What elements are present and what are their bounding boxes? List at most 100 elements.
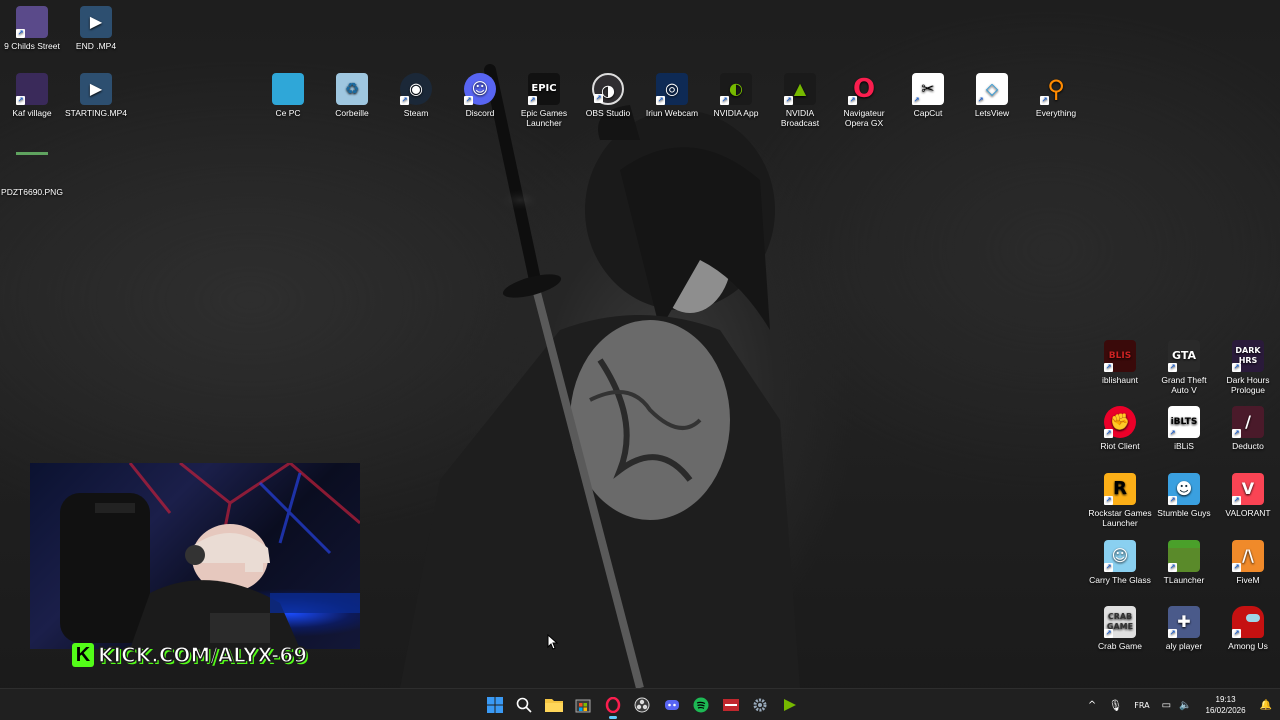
microphone-icon[interactable]: 🎙 xyxy=(1102,699,1128,712)
nvidia-icon: ◐ ↗ xyxy=(720,73,752,105)
desktop-icon-label: Discord xyxy=(465,108,495,118)
video-file-icon: ▶ xyxy=(80,6,112,38)
microsoft-store-button[interactable] xyxy=(569,689,599,720)
desktop-icon-9-childs-street[interactable]: ↗ 9 Childs Street xyxy=(0,6,64,51)
desktop-icon-label: Navigateur Opera GX xyxy=(843,108,885,128)
desktop-icon-label: PDZT6690.PNG xyxy=(1,187,63,197)
game-icon: BLIS ↗ xyxy=(1104,340,1136,372)
desktop-icon-capcut[interactable]: ✂ ↗ CapCut xyxy=(896,73,960,118)
desktop-icon-opera-gx[interactable]: O ↗ Navigateur Opera GX xyxy=(832,73,896,128)
desktop-icon-aly-player[interactable]: ✚ ↗ aly player xyxy=(1152,606,1216,651)
desktop-icon-dark-hours[interactable]: DARK HRS ↗ Dark Hours Prologue xyxy=(1216,340,1280,395)
opera-gx-icon xyxy=(605,697,620,713)
desktop-icon-starting-mp4[interactable]: ▶ STARTING.MP4 xyxy=(64,73,128,118)
desktop-icon-steam[interactable]: ◉ ↗ Steam xyxy=(384,73,448,118)
desktop-icon-fivem[interactable]: /\ ↗ FiveM xyxy=(1216,540,1280,585)
network-icon[interactable]: ▭ xyxy=(1156,700,1173,711)
notification-bell-icon[interactable]: 🔔 xyxy=(1254,700,1280,711)
desktop-icon-label: Steam xyxy=(403,108,429,118)
desktop-icon-nvidia-broadcast[interactable]: ▲ ↗ NVIDIA Broadcast xyxy=(768,73,832,128)
desktop-icon-kaf-village[interactable]: ↗ Kaf village xyxy=(0,73,64,118)
desktop-icon-nvidia-app[interactable]: ◐ ↗ NVIDIA App xyxy=(704,73,768,118)
system-tray: ^ 🎙 FRA ▭ 🔈 19:13 16/02/2026 🔔 xyxy=(1082,689,1280,720)
desktop-icon-label: NVIDIA Broadcast xyxy=(780,108,820,128)
game-icon: / ↗ xyxy=(1232,406,1264,438)
desktop-icon-discord[interactable]: ☺ ↗ Discord xyxy=(448,73,512,118)
desktop-icon-valorant[interactable]: V ↗ VALORANT xyxy=(1216,473,1280,518)
desktop-icon-crab-game[interactable]: CRAB GAME ↗ Crab Game xyxy=(1088,606,1152,651)
desktop-icon-pdzt6690-png[interactable]: PDZT6690.PNG xyxy=(0,140,64,197)
desktop-icon-gta-v[interactable]: GTA ↗ Grand Theft Auto V xyxy=(1152,340,1216,395)
desktop-icon-tlauncher[interactable]: ↗ TLauncher xyxy=(1152,540,1216,585)
desktop-icon-riot-client[interactable]: ✊ ↗ Riot Client xyxy=(1088,406,1152,451)
desktop-icon-rockstar[interactable]: R ↗ Rockstar Games Launcher xyxy=(1088,473,1152,528)
desktop-icon-carry-the-glass[interactable]: ☺ ↗ Carry The Glass xyxy=(1088,540,1152,585)
video-file-icon: ▶ xyxy=(80,73,112,105)
desktop-icon-everything[interactable]: ⚲ ↗ Everything xyxy=(1024,73,1088,118)
clock[interactable]: 19:13 16/02/2026 xyxy=(1198,694,1254,716)
nvidia-broadcast-icon xyxy=(783,699,796,711)
gamepad-icon: ✚ ↗ xyxy=(1168,606,1200,638)
desktop-icon-label: iblishaunt xyxy=(1102,375,1138,385)
spotify-taskbar-button[interactable] xyxy=(687,689,717,720)
file-explorer-button[interactable] xyxy=(539,689,569,720)
desktop-icon-label: FiveM xyxy=(1236,575,1260,585)
desktop-icon-label: iBLiS xyxy=(1174,441,1194,451)
obs-taskbar-button[interactable] xyxy=(628,689,658,720)
desktop-icon-iriun-webcam[interactable]: ◎ ↗ Iriun Webcam xyxy=(640,73,704,118)
spotify-icon xyxy=(693,697,709,713)
mouse-cursor-icon xyxy=(547,634,559,650)
discord-taskbar-button[interactable] xyxy=(657,689,687,720)
desktop-icon-iblis[interactable]: iBLTS ↗ iBLiS xyxy=(1152,406,1216,451)
image-file-icon xyxy=(16,152,48,184)
search-icon xyxy=(516,697,532,713)
steam-icon: ◉ ↗ xyxy=(400,73,432,105)
obs-icon: ◑ ↗ xyxy=(592,73,624,105)
game-icon: ↗ xyxy=(16,73,48,105)
desktop-icon-label: LetsView xyxy=(974,108,1010,118)
clock-date: 16/02/2026 xyxy=(1205,706,1246,715)
desktop-icon-label: Everything xyxy=(1035,108,1077,118)
desktop-icon-among-us[interactable]: ↗ Among Us xyxy=(1216,606,1280,651)
desktop-icon-ce-pc[interactable]: Ce PC xyxy=(256,73,320,118)
desktop-icon-label: aly player xyxy=(1165,641,1203,651)
opera-gx-icon: O ↗ xyxy=(848,74,876,105)
desktop-icon-letsview[interactable]: ◇ ↗ LetsView xyxy=(960,73,1024,118)
language-indicator[interactable]: FRA xyxy=(1128,701,1155,710)
monitor-icon xyxy=(272,73,304,105)
discord-icon xyxy=(664,700,679,710)
desktop-icon-obs-studio[interactable]: ◑ ↗ OBS Studio xyxy=(576,73,640,118)
valorant-icon: V ↗ xyxy=(1232,473,1264,505)
store-icon xyxy=(575,699,591,713)
capcut-icon: ✂ ↗ xyxy=(912,73,944,105)
desktop-icon-end-mp4[interactable]: ▶ END .MP4 xyxy=(64,6,128,51)
game-icon: ☺ ↗ xyxy=(1104,540,1136,572)
webcam-overlay xyxy=(30,463,360,649)
epic-games-icon: EPIC ↗ xyxy=(528,73,560,105)
tray-chevron-icon[interactable]: ^ xyxy=(1082,700,1102,711)
desktop-icon-epic-games[interactable]: EPIC ↗ Epic Games Launcher xyxy=(512,73,576,128)
desktop-icon-label: Among Us xyxy=(1228,641,1268,651)
desktop-icon-label: Carry The Glass xyxy=(1089,575,1151,585)
desktop-icon-label: CapCut xyxy=(913,108,943,118)
settings-taskbar-button[interactable] xyxy=(746,689,776,720)
webcam-icon: ◎ ↗ xyxy=(656,73,688,105)
desktop-icon-stumble-guys[interactable]: ☻ ↗ Stumble Guys xyxy=(1152,473,1216,518)
webcam-feed-image xyxy=(60,463,360,649)
clock-time: 19:13 xyxy=(1215,695,1236,704)
desktop-icon-deducto[interactable]: / ↗ Deducto xyxy=(1216,406,1280,451)
opera-gx-taskbar-button[interactable] xyxy=(598,689,628,720)
desktop-icon-label: Crab Game xyxy=(1098,641,1142,651)
search-button[interactable] xyxy=(510,689,540,720)
volume-icon[interactable]: 🔈 xyxy=(1173,700,1197,711)
desktop-icon-iblishaunt[interactable]: BLIS ↗ iblishaunt xyxy=(1088,340,1152,385)
desktop-icon-label: VALORANT xyxy=(1225,508,1271,518)
desktop-icon-corbeille[interactable]: ♻ Corbeille xyxy=(320,73,384,118)
app-taskbar-button[interactable] xyxy=(716,689,746,720)
nvidia-broadcast-taskbar-button[interactable] xyxy=(775,689,805,720)
game-icon: DARK HRS ↗ xyxy=(1232,340,1264,372)
start-button[interactable] xyxy=(480,689,510,720)
taskbar-apps xyxy=(480,689,805,720)
desktop-icon-label: END .MP4 xyxy=(75,41,117,51)
windows-icon xyxy=(486,697,503,713)
